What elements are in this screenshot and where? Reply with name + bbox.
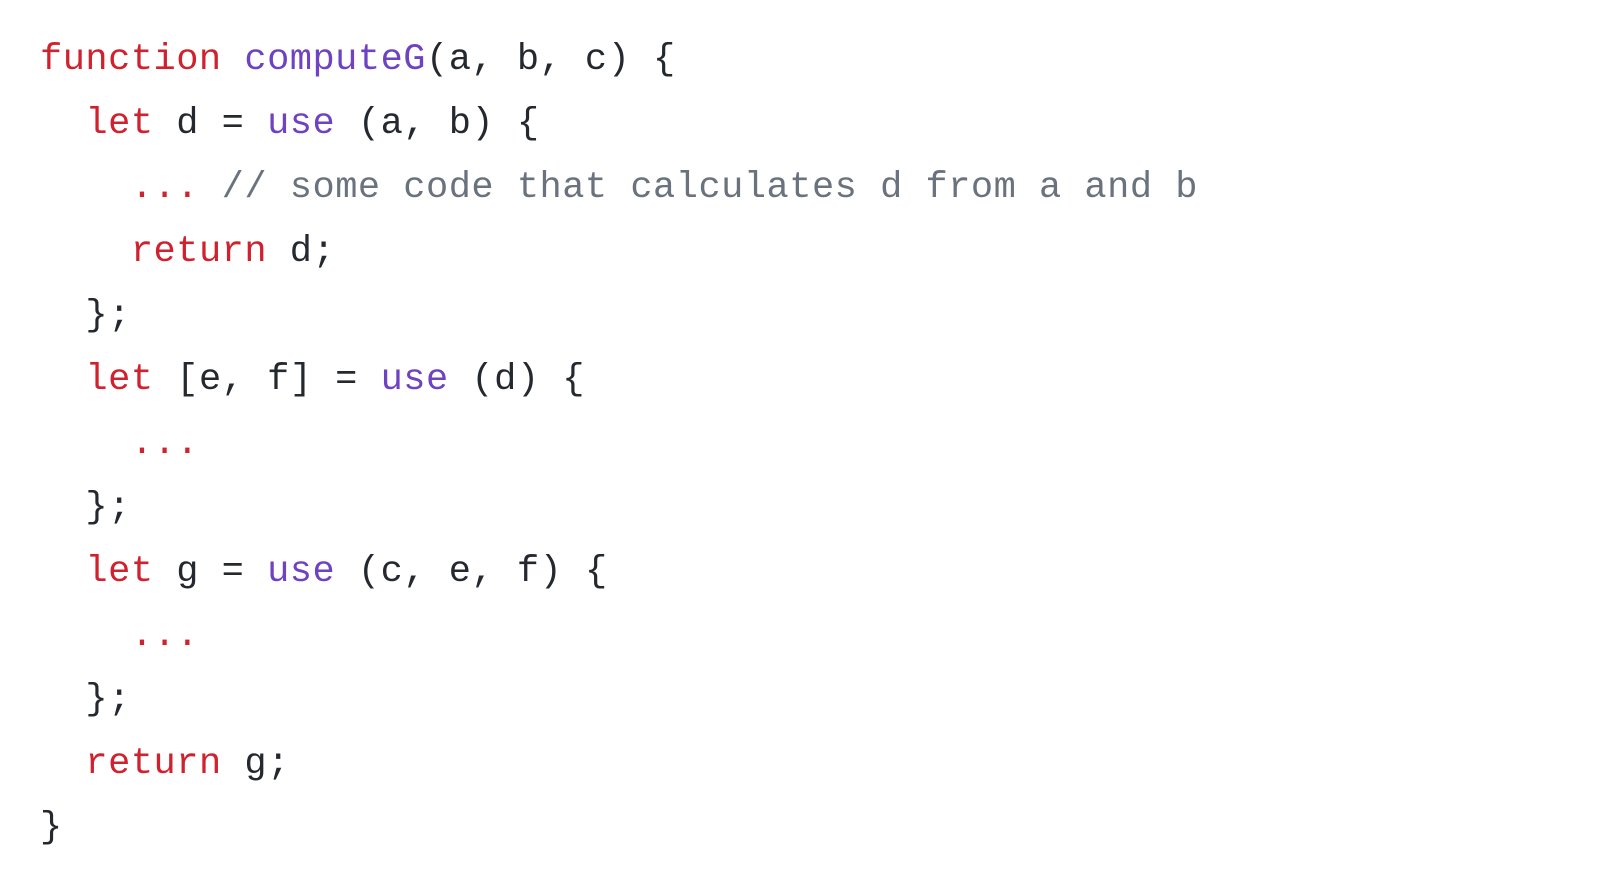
token-op: ...: [131, 423, 199, 465]
token-cm: // some code that calculates d from a an…: [222, 167, 1198, 209]
token-op: ...: [131, 167, 199, 209]
token-kw: return: [85, 743, 221, 785]
code-block: function computeG(a, b, c) { let d = use…: [0, 0, 1600, 879]
token-fn: use: [381, 359, 449, 401]
token-kw: return: [131, 231, 267, 273]
token-fn: use: [267, 103, 335, 145]
token-kw: let: [85, 359, 153, 401]
token-kw: let: [85, 103, 153, 145]
token-fn: computeG: [244, 39, 426, 81]
token-kw: function: [40, 39, 222, 81]
token-fn: use: [267, 551, 335, 593]
code-content: function computeG(a, b, c) { let d = use…: [40, 39, 1198, 849]
token-kw: let: [85, 551, 153, 593]
token-op: ...: [131, 615, 199, 657]
